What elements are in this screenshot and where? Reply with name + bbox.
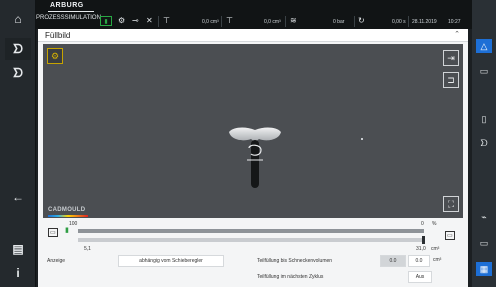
fit-view-icon[interactable]: ⛶ [443, 196, 459, 212]
screw-icon-right: ▭ [445, 231, 455, 240]
volume-slider-track[interactable] [78, 238, 424, 242]
divider [354, 16, 355, 27]
teilfuellung-label: Teilfüllung bis Schneckenvolumen [257, 258, 333, 264]
mouse-cursor [361, 138, 363, 140]
value-4: 0,00 s [392, 19, 406, 25]
slider-top-right-value: 0 [421, 221, 424, 227]
mould-icon[interactable]: ⚙ [47, 48, 63, 64]
pressure-icon[interactable]: ≋ [290, 16, 297, 25]
traffic-light-icon[interactable]: ▮ [100, 16, 112, 26]
form-row-2: Teilfüllung im nächsten Zyklus Aus [38, 270, 468, 284]
color-scale-bar [48, 215, 88, 217]
screen-icon[interactable]: ▭ [476, 64, 492, 78]
injection-side-icon[interactable]: ᗤ [476, 136, 492, 150]
injection-icon[interactable]: ᗤ [5, 38, 31, 60]
grid-icon[interactable]: ▦ [476, 262, 492, 276]
plug-icon[interactable]: ⊸ [132, 16, 139, 25]
fill-slider-area: ▭ ▮ 100 0 % ▭ 5,1 31,0 cm³ [38, 218, 468, 253]
value-2: 0,0 cm³ [264, 19, 281, 25]
teilfuellung-input[interactable]: 0.0 [408, 255, 430, 267]
slider-bottom-right-value: 31,0 [416, 246, 426, 252]
value-3: 0 bar [333, 19, 345, 25]
teilfuellung-unit: cm³ [433, 257, 442, 263]
fill-progress-track [78, 229, 424, 233]
naechster-zyklus-toggle[interactable]: Aus [408, 271, 432, 283]
slider-bottom-unit: cm³ [431, 246, 440, 252]
anzeige-label: Anzeige [47, 258, 66, 264]
divider [221, 16, 222, 27]
brand-rule [48, 11, 94, 12]
warning-icon[interactable]: △ [476, 39, 492, 53]
slider-bottom-left-value: 5,1 [84, 246, 91, 252]
panel-title: Füllbild [45, 31, 71, 40]
chart-icon[interactable]: ⌁ [476, 210, 492, 224]
left-navigation: ⌂ ᗤ ᗤ ← ▤ i [0, 0, 36, 287]
brand-logo: ARBURG [50, 2, 84, 9]
collapse-icon[interactable]: ⌃ [454, 30, 460, 38]
back-arrow-icon[interactable]: ← [5, 186, 31, 208]
cadmould-logo: CADMOULD [48, 207, 86, 213]
sprue [251, 140, 259, 188]
page-icon[interactable]: ▯ [476, 112, 492, 126]
simulation-viewport[interactable]: ⚙ ⇥ ⊐ ⛶ CADMOULD [43, 44, 463, 218]
home-icon[interactable]: ⌂ [5, 8, 31, 30]
monitor-icon[interactable]: ▭ [476, 236, 492, 250]
part-model [229, 127, 281, 188]
cycle-icon[interactable]: ↻ [358, 16, 365, 25]
layout-icon[interactable]: ⊐ [443, 72, 459, 88]
print-icon[interactable]: ▤ [5, 238, 31, 260]
divider [158, 16, 159, 27]
fill-progress-bar [78, 229, 424, 233]
export-icon[interactable]: ⇥ [443, 50, 459, 66]
form-row-1: Anzeige abhängig vom Schieberegler Teilf… [38, 254, 468, 268]
anzeige-dropdown[interactable]: abhängig vom Schieberegler [118, 255, 224, 267]
naechster-zyklus-label: Teilfüllung im nächsten Zyklus [257, 274, 324, 280]
nozzle-icon[interactable]: ⊤ [163, 16, 170, 25]
part-wings [229, 127, 281, 142]
slider-top-left-value: 100 [69, 221, 78, 227]
info-icon[interactable]: i [5, 262, 31, 284]
divider [408, 16, 409, 27]
mode-label: PROZESSSIMULATION [36, 15, 101, 21]
robot-icon[interactable]: ⚙ [118, 16, 125, 25]
divider [285, 16, 286, 27]
date-display: 28.11.2019 [412, 19, 437, 25]
value-1: 0,0 cm³ [202, 19, 219, 25]
teilfuellung-readonly: 0.0 [380, 255, 406, 267]
time-display: 10:27 [448, 19, 461, 25]
slider-top-unit: % [432, 221, 437, 227]
status-bar: ARBURG PROZESSSIMULATION ▮ ⚙ ⊸ ✕ ⊤ 0,0 c… [36, 0, 472, 29]
tool-icon[interactable]: ✕ [146, 16, 153, 25]
volume-slider-thumb[interactable] [422, 236, 425, 244]
dosing-icon[interactable]: ⊤ [226, 16, 233, 25]
fill-level-icon: ▮ [65, 227, 69, 234]
right-toolbar: △ ▭ ▯ ᗤ ⌁ ▭ ▦ [472, 0, 496, 287]
panel-header: Füllbild ⌃ [38, 29, 468, 42]
app-window: ⌂ ᗤ ᗤ ← ▤ i ARBURG PROZESSSIMULATION ▮ ⚙… [0, 0, 496, 287]
fill-image-panel: Füllbild ⌃ ⚙ ⇥ ⊐ ⛶ CADMOULD ▭ ▮ 100 0 % … [38, 29, 468, 287]
screw-icon: ▭ [48, 228, 58, 237]
injection-alt-icon[interactable]: ᗤ [5, 62, 31, 84]
